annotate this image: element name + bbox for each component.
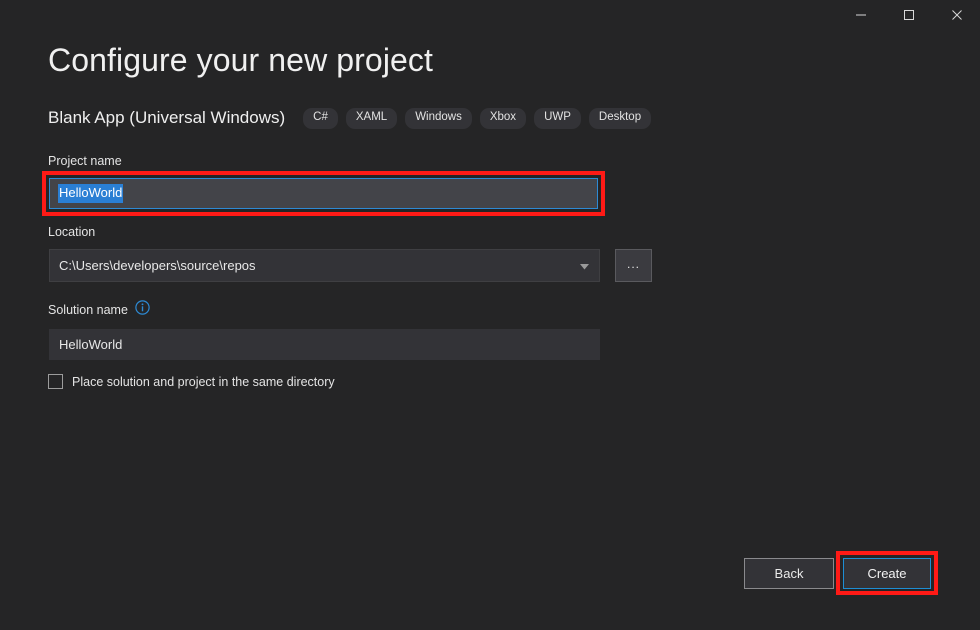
location-value: C:\Users\developers\source\repos [59, 258, 256, 273]
tag-project-type-desktop: Desktop [589, 108, 651, 129]
chevron-down-icon[interactable] [580, 257, 589, 275]
solution-name-input[interactable]: HelloWorld [49, 329, 600, 360]
maximize-button[interactable] [886, 0, 932, 30]
solution-name-label: Solution name [48, 303, 128, 317]
page-title: Configure your new project [48, 42, 433, 79]
project-name-label: Project name [48, 154, 122, 168]
same-directory-row[interactable]: Place solution and project in the same d… [48, 374, 335, 389]
location-combobox[interactable]: C:\Users\developers\source\repos [49, 249, 600, 282]
solution-name-value: HelloWorld [59, 337, 122, 352]
create-button[interactable]: Create [843, 558, 931, 589]
solution-name-label-row: Solution name [48, 300, 150, 320]
tag-platform-uwp: UWP [534, 108, 581, 129]
tag-markup: XAML [346, 108, 397, 129]
close-icon [951, 9, 963, 21]
template-name: Blank App (Universal Windows) [48, 108, 285, 128]
minimize-button[interactable] [838, 0, 884, 30]
browse-location-button[interactable]: ... [615, 249, 652, 282]
template-summary: Blank App (Universal Windows) C# XAML Wi… [48, 108, 659, 129]
tag-platform-windows: Windows [405, 108, 472, 129]
close-button[interactable] [934, 0, 980, 30]
maximize-icon [903, 9, 915, 21]
project-name-value: HelloWorld [58, 184, 123, 203]
project-name-input[interactable]: HelloWorld [49, 178, 598, 209]
info-icon[interactable] [135, 300, 150, 320]
same-directory-label: Place solution and project in the same d… [72, 375, 335, 389]
back-button[interactable]: Back [744, 558, 834, 589]
same-directory-checkbox[interactable] [48, 374, 63, 389]
minimize-icon [855, 9, 867, 21]
tag-platform-xbox: Xbox [480, 108, 526, 129]
location-label: Location [48, 225, 95, 239]
title-bar [0, 0, 980, 32]
tag-language: C# [303, 108, 338, 129]
